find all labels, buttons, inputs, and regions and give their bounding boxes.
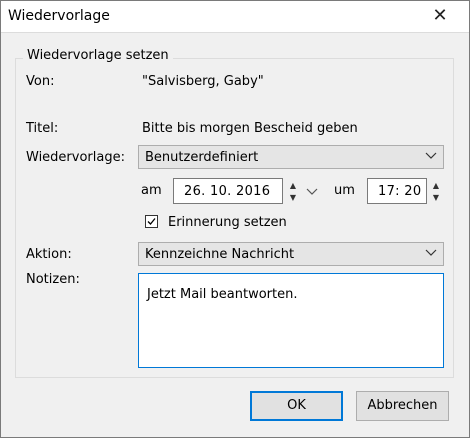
- notizen-label: Notizen:: [26, 272, 80, 287]
- spin-up-icon[interactable]: ▲: [286, 179, 300, 191]
- title-bar: Wiedervorlage ✕: [0, 0, 470, 33]
- chevron-down-icon: [425, 249, 437, 256]
- time-field[interactable]: 17: 20: [367, 178, 427, 204]
- erinnerung-label[interactable]: Erinnerung setzen: [168, 215, 287, 230]
- cancel-button[interactable]: Abbrechen: [356, 391, 449, 421]
- group-legend: Wiedervorlage setzen: [23, 48, 173, 63]
- date-value: 26. 10. 2016: [184, 184, 271, 199]
- titel-label: Titel:: [26, 121, 59, 136]
- aktion-select[interactable]: Kennzeichne Nachricht: [138, 242, 444, 266]
- aktion-label: Aktion:: [26, 247, 72, 262]
- wiedervorlage-select[interactable]: Benutzerdefiniert: [138, 145, 444, 169]
- wiedervorlage-label: Wiedervorlage:: [26, 150, 125, 165]
- am-label: am: [141, 183, 162, 198]
- checkmark-icon: [147, 218, 156, 225]
- close-icon[interactable]: ✕: [420, 3, 460, 29]
- ok-button[interactable]: OK: [250, 391, 343, 421]
- date-spinner[interactable]: ▲ ▼: [286, 179, 300, 203]
- window-title: Wiedervorlage: [8, 8, 110, 24]
- notizen-textarea[interactable]: Jetzt Mail beantworten.: [138, 273, 444, 368]
- wiedervorlage-selected: Benutzerdefiniert: [145, 150, 259, 165]
- erinnerung-checkbox[interactable]: [145, 215, 158, 228]
- notizen-text: Jetzt Mail beantworten.: [147, 287, 298, 302]
- um-label: um: [334, 183, 355, 198]
- von-label: Von:: [26, 74, 55, 89]
- titel-value: Bitte bis morgen Bescheid geben: [142, 121, 358, 136]
- spin-up-icon[interactable]: ▲: [429, 179, 443, 191]
- spin-down-icon[interactable]: ▼: [429, 191, 443, 203]
- aktion-selected: Kennzeichne Nachricht: [145, 247, 295, 262]
- calendar-dropdown-icon[interactable]: [306, 185, 318, 197]
- von-value: "Salvisberg, Gaby": [142, 74, 264, 89]
- date-field[interactable]: 26. 10. 2016: [173, 178, 283, 204]
- spin-down-icon[interactable]: ▼: [286, 191, 300, 203]
- time-spinner[interactable]: ▲ ▼: [429, 179, 443, 203]
- time-value: 17: 20: [378, 184, 422, 199]
- chevron-down-icon: [425, 152, 437, 159]
